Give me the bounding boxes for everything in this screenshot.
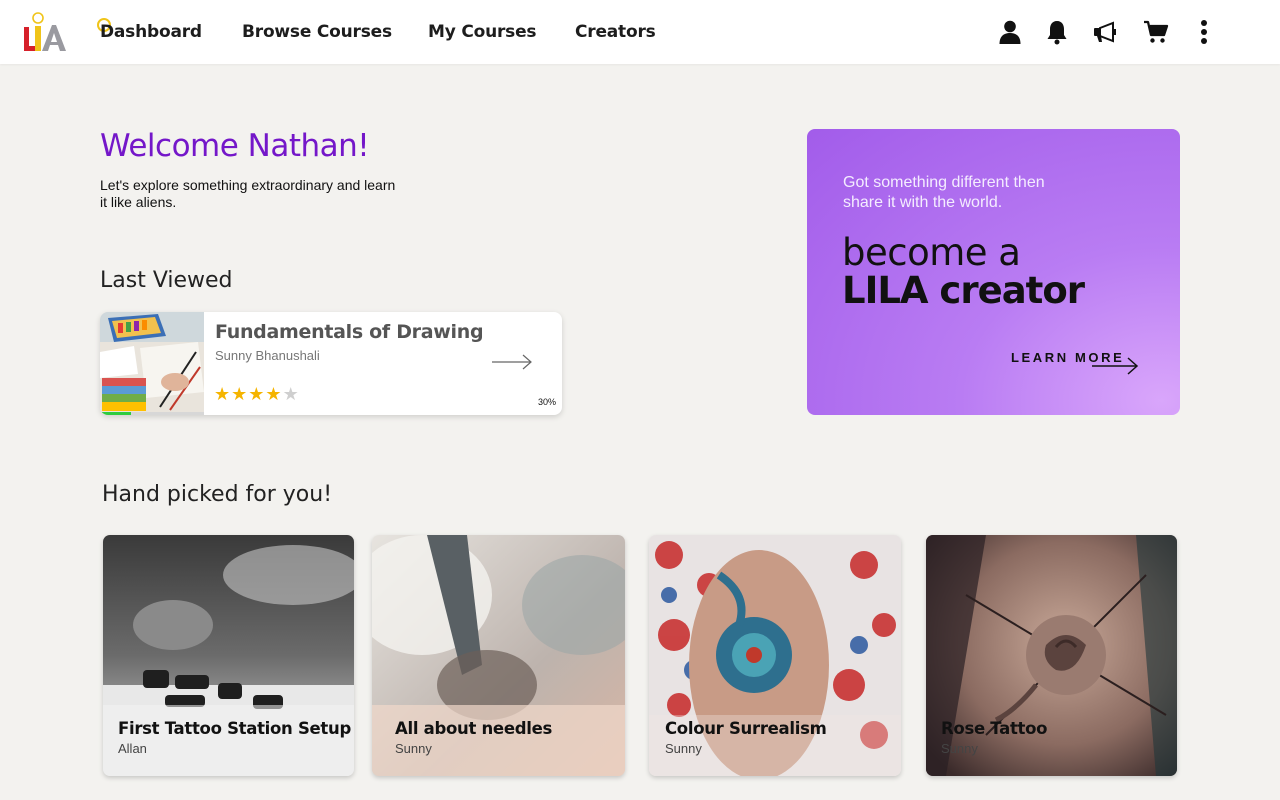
- course-image: [926, 535, 1177, 776]
- lila-logo[interactable]: [22, 11, 68, 55]
- course-author: Sunny Bhanushali: [215, 348, 320, 363]
- course-progress-bar: [100, 412, 204, 415]
- nav-my-courses[interactable]: My Courses: [428, 22, 537, 42]
- course-card-title: Colour Surrealism: [665, 719, 827, 738]
- course-title: Fundamentals of Drawing: [215, 321, 484, 343]
- user-icon[interactable]: [996, 18, 1024, 46]
- star-filled-icon: ★: [231, 384, 249, 404]
- promo-headline-line1: become a: [842, 231, 1021, 274]
- arrow-right-icon[interactable]: [491, 354, 533, 370]
- course-card-author: Sunny: [941, 741, 978, 756]
- star-filled-icon: ★: [248, 384, 266, 404]
- course-card-title: All about needles: [395, 719, 552, 738]
- become-creator-banner: Got something different then share it wi…: [807, 129, 1180, 415]
- course-thumbnail: [100, 312, 204, 415]
- nav-browse-courses[interactable]: Browse Courses: [242, 22, 392, 42]
- course-card-rose-tattoo[interactable]: Rose Tattoo Sunny: [926, 535, 1177, 776]
- course-rating: ★★★★★: [214, 384, 300, 405]
- promo-headline-line2: LILA creator: [842, 269, 1085, 312]
- welcome-title: Welcome Nathan!: [100, 128, 370, 164]
- course-card-colour-surrealism[interactable]: Colour Surrealism Sunny: [649, 535, 901, 776]
- course-card-title: Rose Tattoo: [941, 719, 1048, 738]
- star-filled-icon: ★: [214, 384, 232, 404]
- course-card-title: First Tattoo Station Setup: [118, 719, 351, 738]
- megaphone-icon[interactable]: [1091, 18, 1119, 46]
- last-viewed-course-card[interactable]: 30% Fundamentals of Drawing Sunny Bhanus…: [100, 312, 562, 415]
- course-card-author: Sunny: [395, 741, 432, 756]
- nav-creators[interactable]: Creators: [575, 22, 656, 42]
- course-card-author: Sunny: [665, 741, 702, 756]
- hand-picked-heading: Hand picked for you!: [102, 482, 333, 507]
- course-image: [649, 535, 901, 776]
- nav-dashboard[interactable]: Dashboard: [100, 22, 202, 42]
- last-viewed-heading: Last Viewed: [100, 268, 233, 293]
- course-progress-fill: [100, 412, 132, 415]
- course-card-tattoo-station[interactable]: First Tattoo Station Setup Allan: [103, 535, 354, 776]
- course-progress-label: 30%: [537, 397, 556, 407]
- more-vertical-icon[interactable]: [1190, 18, 1218, 46]
- top-navbar: Dashboard Browse Courses My Courses Crea…: [0, 0, 1280, 64]
- course-card-needles[interactable]: All about needles Sunny: [372, 535, 625, 776]
- course-image: [103, 535, 354, 776]
- course-card-author: Allan: [118, 741, 147, 756]
- promo-subtitle: Got something different then share it wi…: [843, 174, 1045, 211]
- course-image: [372, 535, 625, 776]
- star-empty-icon: ★: [282, 384, 300, 404]
- bell-icon[interactable]: [1043, 18, 1071, 46]
- arrow-right-icon[interactable]: [1091, 357, 1139, 375]
- cart-icon[interactable]: [1142, 18, 1170, 46]
- welcome-subtitle: Let's explore something extraordinary an…: [100, 177, 396, 210]
- star-filled-icon: ★: [265, 384, 283, 404]
